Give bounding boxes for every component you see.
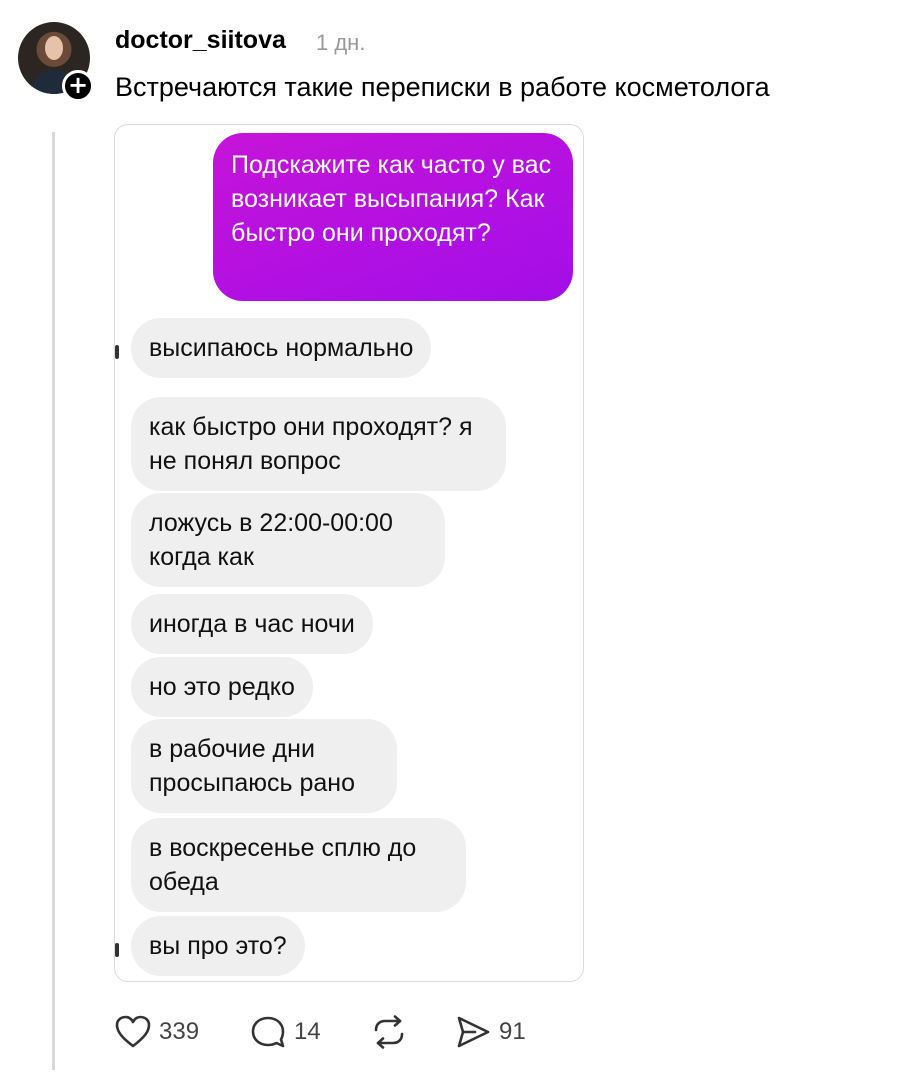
heart-icon bbox=[115, 1015, 151, 1048]
send-icon bbox=[457, 1016, 490, 1048]
incoming-message: ложусь в 22:00-00:00 когда как bbox=[131, 493, 445, 587]
share-count: 91 bbox=[499, 1018, 526, 1045]
repost-icon bbox=[374, 1015, 404, 1049]
chat-screenshot[interactable]: Подскажите как часто у вас возникает выс… bbox=[114, 124, 584, 982]
threads-post: + doctor_siitova 1 дн. Встречаются такие… bbox=[0, 0, 918, 1083]
comment-button[interactable]: 14 bbox=[250, 1012, 321, 1052]
follow-plus-icon[interactable]: + bbox=[62, 70, 94, 102]
comment-icon bbox=[251, 1016, 285, 1048]
incoming-message: в воскресенье сплю до обеда bbox=[131, 818, 466, 912]
incoming-message: как быстро они проходят? я не понял вопр… bbox=[131, 397, 506, 491]
incoming-tail bbox=[115, 943, 119, 957]
like-count: 339 bbox=[159, 1018, 200, 1045]
incoming-tail bbox=[115, 345, 119, 359]
comment-count: 14 bbox=[294, 1018, 321, 1045]
post-text: Встречаются такие переписки в работе кос… bbox=[115, 72, 770, 102]
like-button[interactable]: 339 bbox=[115, 1012, 199, 1052]
incoming-message: иногда в час ночи bbox=[131, 594, 373, 654]
thread-line bbox=[52, 132, 55, 1070]
username[interactable]: doctor_siitova bbox=[115, 26, 286, 55]
incoming-message: в рабочие дни просыпаюсь рано bbox=[131, 719, 397, 813]
outgoing-message: Подскажите как часто у вас возникает выс… bbox=[213, 133, 573, 301]
incoming-message: высипаюсь нормально bbox=[131, 318, 432, 378]
incoming-message: вы про это? bbox=[131, 916, 305, 976]
repost-button[interactable] bbox=[370, 1012, 408, 1052]
post-time: 1 дн. bbox=[316, 30, 366, 55]
share-button[interactable]: 91 bbox=[455, 1012, 526, 1052]
avatar-face bbox=[45, 36, 63, 60]
incoming-message: но это редко bbox=[131, 657, 313, 717]
